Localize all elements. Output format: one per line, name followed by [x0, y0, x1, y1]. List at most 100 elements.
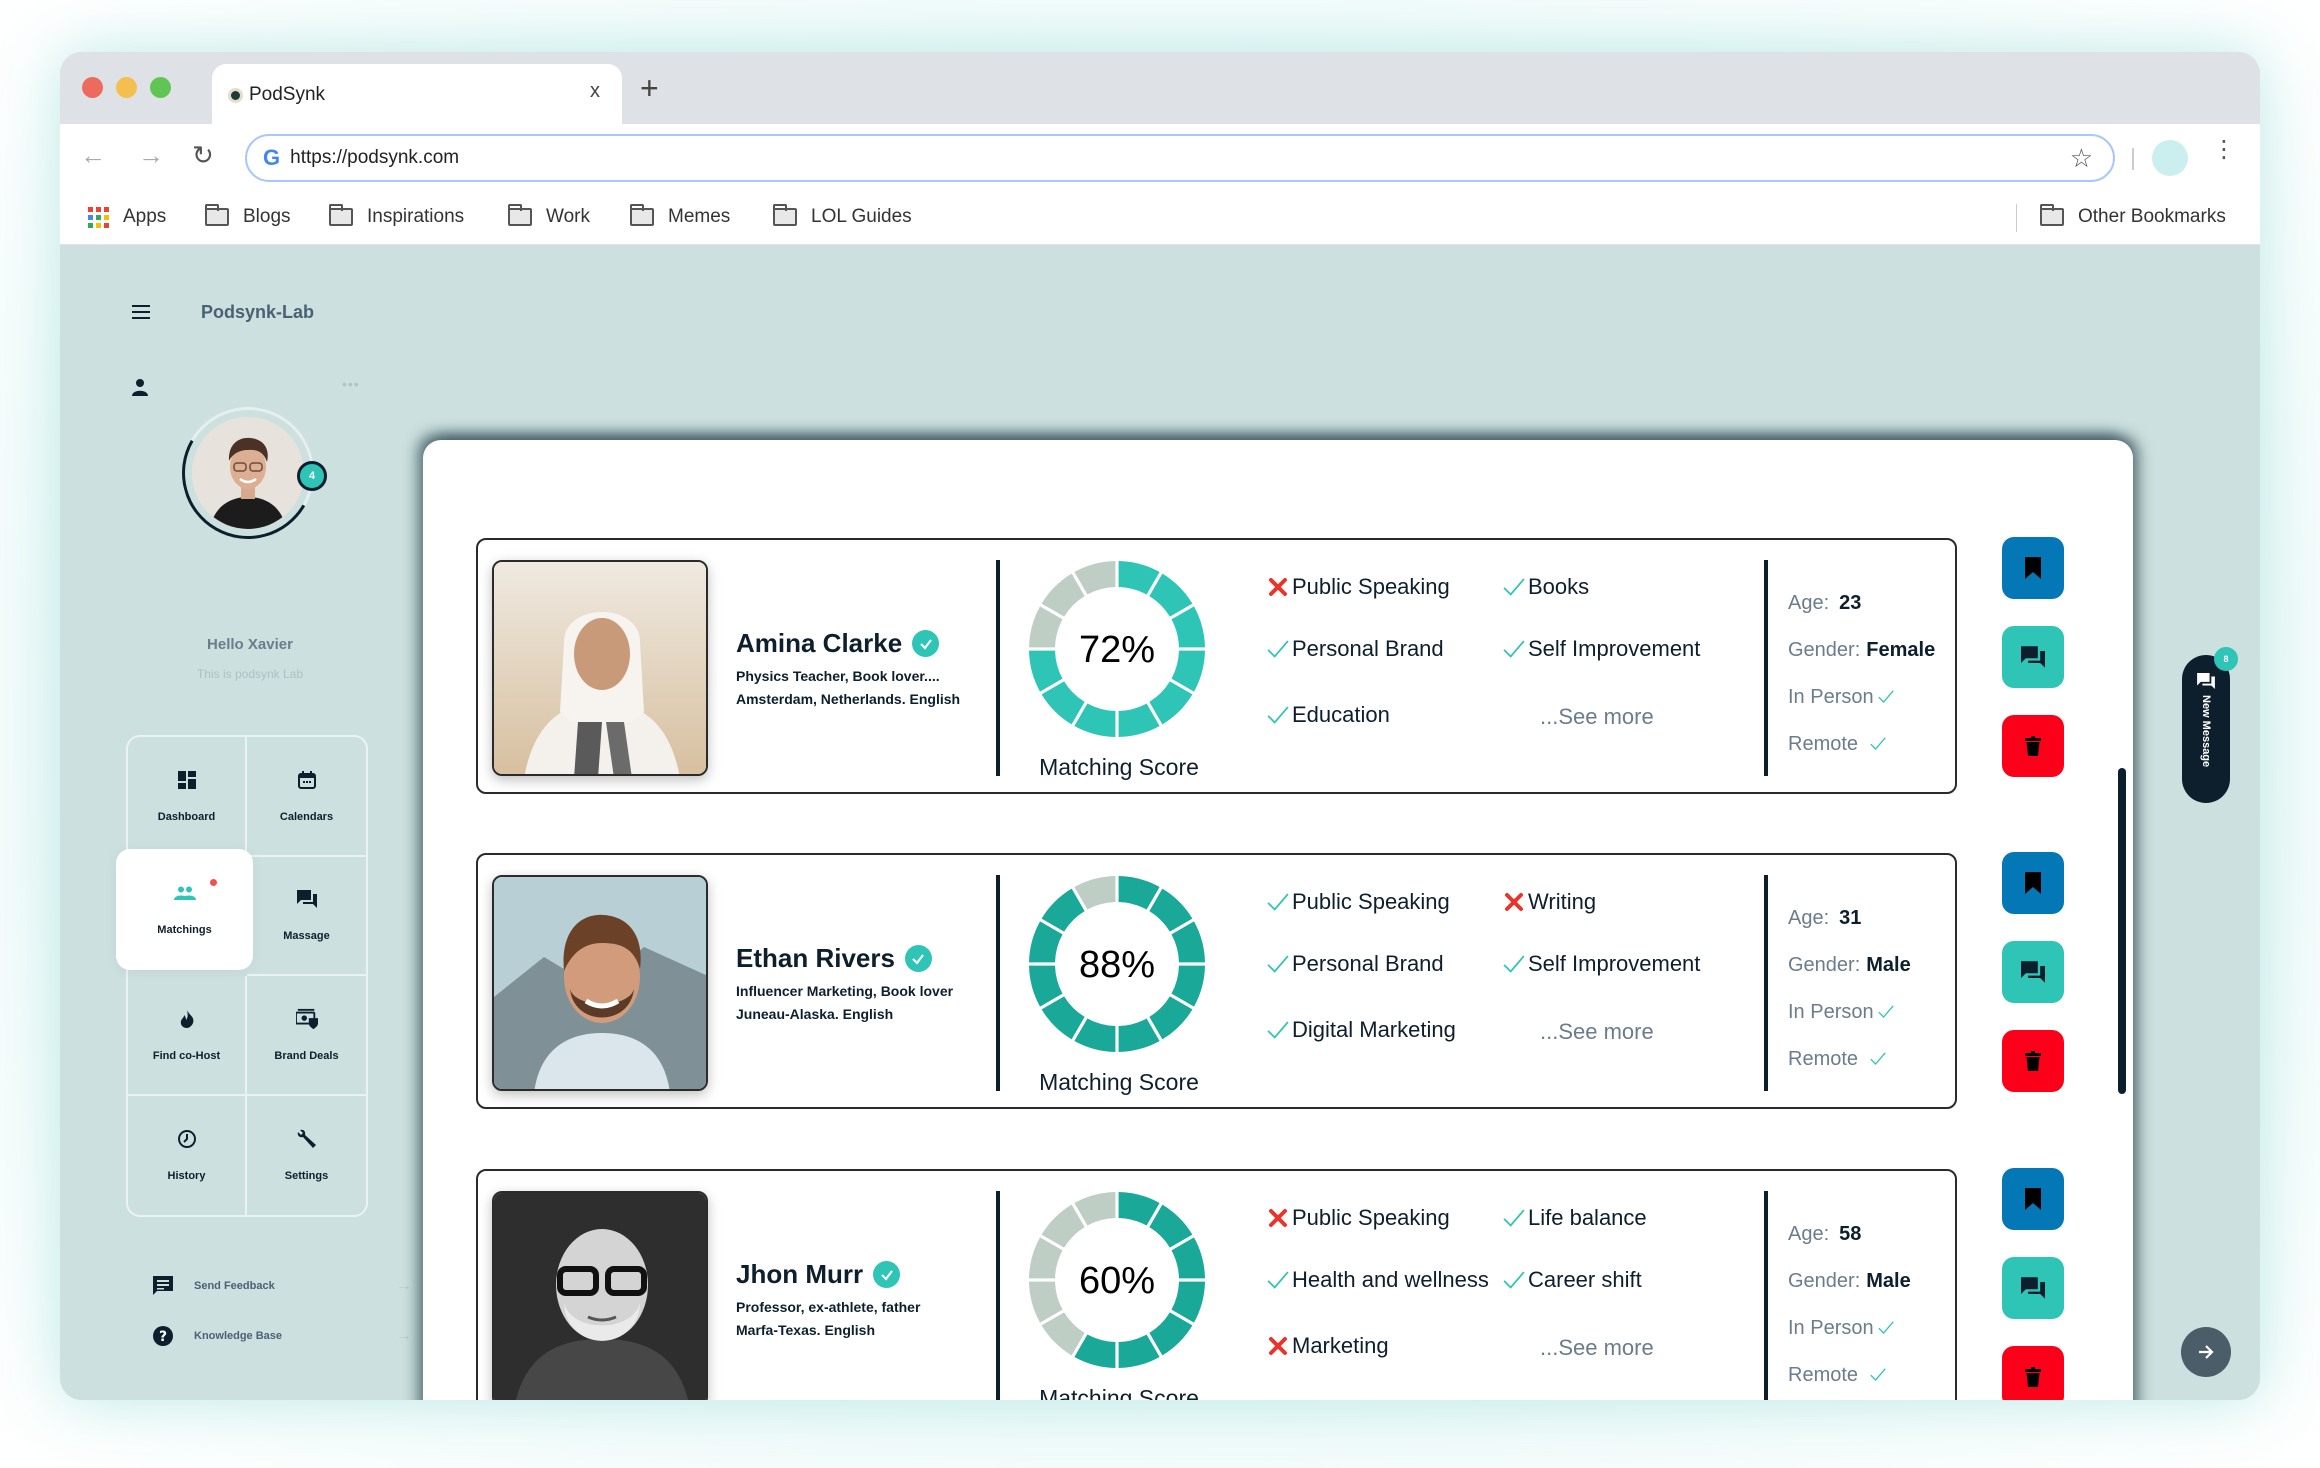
interest-tag: Public Speaking	[1264, 1205, 1450, 1231]
bookmark-work[interactable]: Work	[508, 204, 590, 228]
bookmark-icon	[2025, 557, 2041, 579]
interest-tag: Education	[1264, 702, 1390, 728]
save-bookmark-button[interactable]	[2002, 852, 2064, 914]
match-photo[interactable]	[492, 1191, 708, 1400]
delete-button[interactable]	[2002, 1346, 2064, 1400]
bookmark-blogs[interactable]: Blogs	[205, 204, 291, 228]
chat-icon	[2021, 961, 2045, 983]
matching-score-value: 60%	[1079, 1260, 1155, 1302]
back-arrow-icon[interactable]: ←	[80, 142, 106, 168]
message-button[interactable]	[2002, 1257, 2064, 1319]
match-name[interactable]: Amina Clarke	[736, 628, 1016, 659]
bookmark-lol-guides[interactable]: LOL Guides	[773, 204, 912, 228]
interest-tag-label: Self Improvement	[1528, 636, 1701, 661]
interest-tag-label: Self Improvement	[1528, 951, 1701, 976]
hamburger-menu-icon[interactable]	[132, 305, 150, 319]
notification-badge: 4	[297, 461, 327, 491]
sidebar-item-history[interactable]: History	[128, 1095, 247, 1215]
bookmarks-bar: Apps Blogs Inspirations Work Memes LOL G…	[60, 192, 2260, 245]
feedback-icon	[153, 1276, 173, 1295]
message-button[interactable]	[2002, 626, 2064, 688]
delete-button[interactable]	[2002, 715, 2064, 777]
people-icon	[173, 882, 196, 904]
tab-close-icon[interactable]: x	[590, 80, 600, 103]
matching-score-donut: 72%	[1029, 561, 1205, 737]
interest-tag-label: Public Speaking	[1292, 1205, 1450, 1230]
match-photo[interactable]	[492, 560, 708, 776]
folder-icon	[773, 204, 797, 226]
cross-icon	[1500, 890, 1528, 914]
scrollbar[interactable]	[2118, 768, 2126, 1094]
sidebar-item-find-co-host[interactable]: Find co-Host	[128, 976, 247, 1096]
interest-tag-label: Books	[1528, 574, 1590, 599]
see-more-link[interactable]: ...See more	[1540, 1335, 1654, 1361]
bookmark-memes[interactable]: Memes	[630, 204, 730, 228]
browser-menu-icon[interactable]: ⋮	[2212, 138, 2236, 162]
browser-tab[interactable]: PodSynk x	[212, 64, 622, 126]
match-name[interactable]: Jhon Murr	[736, 1259, 1016, 1290]
more-options-icon[interactable]: •••	[342, 376, 360, 392]
forward-arrow-icon[interactable]: →	[138, 142, 164, 168]
chat-icon	[2021, 646, 2045, 668]
google-icon: G	[263, 145, 281, 170]
bookmark-icon	[2025, 872, 2041, 894]
fact-inp: In Person	[1788, 1001, 1874, 1023]
send-feedback-link[interactable]: Send Feedback →	[152, 1275, 412, 1297]
bookmark-inspirations[interactable]: Inspirations	[329, 204, 464, 228]
new-message-button[interactable]: 8 New Message	[2182, 647, 2238, 803]
match-bio: Influencer Marketing, Book lover Juneau-…	[736, 980, 1016, 1026]
match-name[interactable]: Ethan Rivers	[736, 943, 1016, 974]
interest-tag: Digital Marketing	[1264, 1017, 1456, 1043]
match-card-2: Jhon Murr Professor, ex-athlete, father …	[476, 1169, 1957, 1400]
sidebar-item-massage[interactable]: Massage	[247, 857, 366, 976]
save-bookmark-button[interactable]	[2002, 1168, 2064, 1230]
url-text[interactable]: https://podsynk.com	[290, 147, 459, 169]
user-avatar[interactable]: 4	[167, 392, 329, 554]
donut-segment-filled	[1149, 681, 1193, 725]
unread-dot	[210, 878, 217, 886]
check-icon	[1264, 1268, 1292, 1292]
profile-avatar[interactable]	[2152, 140, 2188, 176]
fact-age-value: 23	[1839, 592, 1862, 614]
sidebar-item-dashboard[interactable]: Dashboard	[128, 737, 247, 857]
maximize-window-button[interactable]	[150, 77, 171, 98]
tab-title: PodSynk	[249, 84, 326, 105]
see-more-link[interactable]: ...See more	[1540, 1019, 1654, 1045]
match-bio-line: Influencer Marketing, Book lover	[736, 983, 954, 999]
in-person-fact: In Person	[1788, 989, 1958, 1036]
new-tab-button[interactable]: +	[640, 72, 659, 104]
fact-gen-label: Gender:	[1788, 1270, 1861, 1292]
interest-tag-label: Career shift	[1528, 1267, 1642, 1292]
see-more-link[interactable]: ...See more	[1540, 704, 1654, 730]
close-window-button[interactable]	[82, 77, 103, 98]
donut-segment-filled	[1041, 681, 1085, 725]
minimize-window-button[interactable]	[116, 77, 137, 98]
sidebar-item-settings[interactable]: Settings	[247, 1096, 366, 1216]
folder-icon	[630, 204, 654, 226]
bookmark-star-icon[interactable]: ☆	[2070, 143, 2093, 174]
check-icon	[1500, 1268, 1528, 1292]
user-icon[interactable]	[132, 378, 148, 396]
arrow-right-icon: →	[396, 1327, 412, 1344]
donut-segment-filled	[1149, 996, 1193, 1040]
money-shield-icon	[295, 1008, 318, 1030]
reload-icon[interactable]: ↻	[192, 142, 214, 168]
knowledge-base-link[interactable]: ? Knowledge Base →	[152, 1325, 412, 1347]
save-bookmark-button[interactable]	[2002, 537, 2064, 599]
interest-tag: Personal Brand	[1264, 636, 1444, 662]
bookmark-other[interactable]: Other Bookmarks	[2040, 204, 2226, 228]
sidebar-item-matchings[interactable]: Matchings	[116, 848, 253, 970]
bookmark-apps[interactable]: Apps	[88, 206, 166, 228]
podsynk-app: Podsynk-Lab ••• 4 Hello Xavier This is p…	[60, 245, 2260, 1400]
matching-score-donut: 60%	[1029, 1192, 1205, 1368]
match-photo[interactable]	[492, 875, 708, 1091]
match-card-0: Amina Clarke Physics Teacher, Book lover…	[476, 538, 1957, 794]
delete-button[interactable]	[2002, 1030, 2064, 1092]
folder-icon	[2040, 204, 2064, 226]
sidebar-item-calendars[interactable]: Calendars	[247, 737, 366, 857]
match-facts: Age: 23 Gender: Female In Person Remote	[1788, 580, 1958, 768]
sidebar-item-brand-deals[interactable]: Brand Deals	[247, 976, 366, 1096]
address-bar[interactable]: G https://podsynk.com ☆	[245, 134, 2115, 182]
next-page-button[interactable]	[2181, 1327, 2231, 1377]
message-button[interactable]	[2002, 941, 2064, 1003]
